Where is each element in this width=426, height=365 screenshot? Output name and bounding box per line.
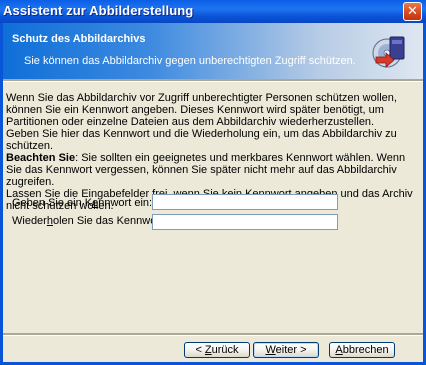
description-paragraph-3: Beachten Sie: Sie sollten ein geeignetes… — [6, 152, 418, 188]
close-icon: ✕ — [407, 3, 418, 18]
password-label: Geben Sie ein Kennwort ein: — [12, 197, 153, 209]
back-button[interactable]: < Zurück — [184, 342, 250, 358]
next-button[interactable]: Weiter > — [253, 342, 319, 358]
footer-separator — [3, 333, 423, 336]
backup-disc-arrow-icon — [372, 36, 405, 68]
title-bar[interactable]: Assistent zur Abbilderstellung ✕ — [0, 0, 426, 23]
description-paragraph-2: Geben Sie hier das Kennwort und die Wied… — [6, 128, 397, 152]
cancel-button[interactable]: Abbrechen — [329, 342, 395, 358]
description-paragraph-1: Wenn Sie das Abbildarchiv vor Zugriff un… — [6, 92, 397, 128]
repeat-password-field[interactable] — [152, 214, 338, 230]
window-title: Assistent zur Abbilderstellung — [3, 3, 194, 18]
wizard-header: Schutz des Abbildarchivs Sie können das … — [3, 23, 423, 79]
note-label: Beachten Sie — [6, 152, 76, 164]
header-title: Schutz des Abbildarchivs — [12, 33, 146, 45]
close-button[interactable]: ✕ — [403, 2, 422, 21]
password-field[interactable] — [152, 194, 338, 210]
header-subtitle: Sie können das Abbildarchiv gegen unbere… — [24, 55, 356, 67]
repeat-password-label: Wiederholen Sie das Kennwort: — [12, 215, 167, 227]
wizard-content: Wenn Sie das Abbildarchiv vor Zugriff un… — [3, 82, 423, 334]
